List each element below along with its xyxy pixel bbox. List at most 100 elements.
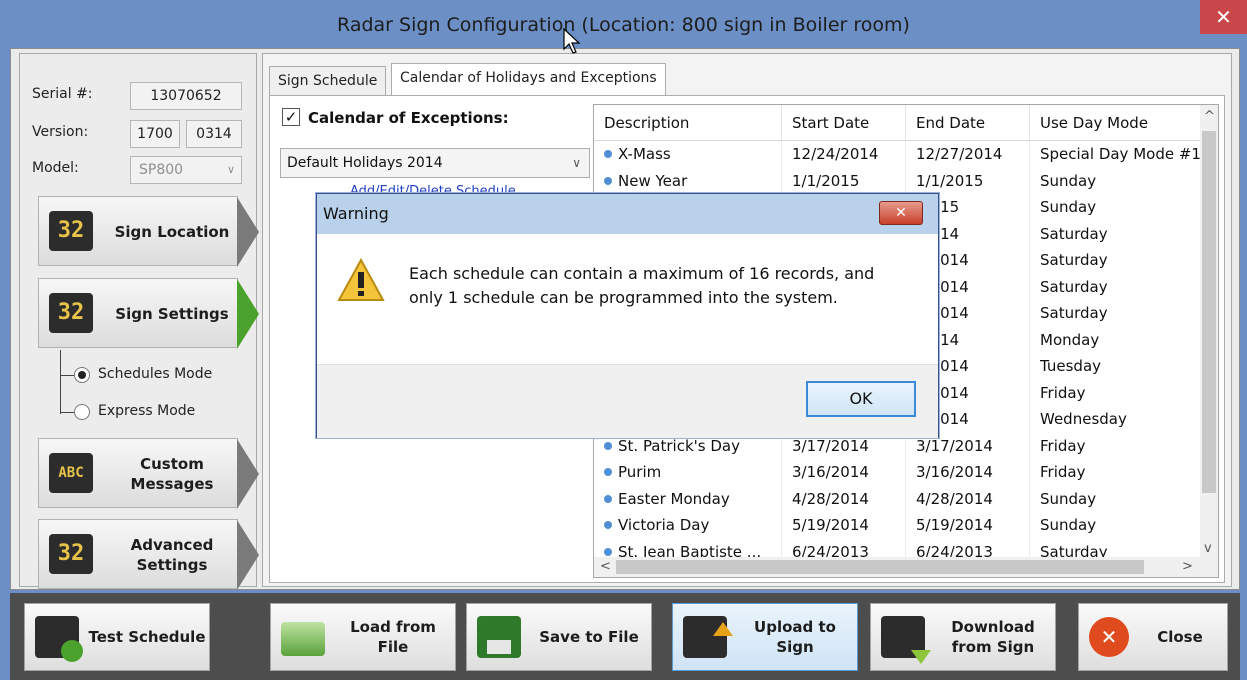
column-header[interactable]: Description: [594, 105, 782, 141]
load-from-file-button[interactable]: Load from File: [270, 603, 456, 671]
cell-text: 1/1/2015: [792, 171, 860, 190]
horizontal-scrollbar[interactable]: < >: [594, 557, 1218, 577]
advanced-settings-button[interactable]: 32 Advanced Settings: [38, 519, 259, 590]
save-to-file-button[interactable]: Save to File: [466, 603, 652, 671]
schedules-mode-radio[interactable]: [74, 367, 90, 383]
table-cell: 12/24/2014: [782, 141, 906, 168]
table-cell: Victoria Day: [594, 512, 782, 539]
floppy-icon: [477, 616, 521, 658]
ok-button[interactable]: OK: [806, 381, 916, 417]
save-to-file-label: Save to File: [539, 628, 639, 646]
scroll-down-icon[interactable]: v: [1204, 541, 1212, 556]
holiday-calendar-select[interactable]: Default Holidays 2014 ∨: [280, 148, 590, 178]
column-header[interactable]: Use Day Mode: [1030, 105, 1206, 141]
table-cell: Saturday: [1030, 300, 1206, 327]
column-header[interactable]: Start Date: [782, 105, 906, 141]
table-row[interactable]: Purim 3/16/2014 3/16/2014 Friday: [594, 459, 1206, 486]
cell-text: Monday: [1040, 330, 1100, 349]
row-bullet-icon: [604, 494, 612, 503]
tab-sign-schedule[interactable]: Sign Schedule: [269, 66, 387, 96]
test-schedule-button[interactable]: Test Schedule: [24, 603, 210, 671]
title-bar: Radar Sign Configuration (Location: 800 …: [0, 0, 1247, 50]
table-row[interactable]: New Year 1/1/2015 1/1/2015 Sunday: [594, 167, 1206, 195]
abc-icon: ABC: [49, 453, 93, 493]
exceptions-label: Calendar of Exceptions:: [308, 109, 509, 127]
table-cell: Tuesday: [1030, 353, 1206, 380]
cell-text: 4/28/2014: [792, 489, 869, 508]
vertical-scrollbar[interactable]: ^ v: [1200, 105, 1218, 561]
table-cell: 3/16/2014: [906, 459, 1030, 486]
row-bullet-icon: [604, 176, 612, 185]
upload-to-sign-button[interactable]: Upload to Sign: [672, 603, 858, 671]
table-cell: Sunday: [1030, 512, 1206, 539]
table-cell: 4/28/2014: [782, 485, 906, 513]
chevron-down-icon: ∨: [226, 163, 235, 176]
cell-text: 3/16/2014: [792, 463, 869, 481]
close-icon: ✕: [1089, 617, 1129, 657]
tree-line: [60, 375, 74, 376]
table-row[interactable]: X-Mass 12/24/2014 12/27/2014 Special Day Mo…: [594, 141, 1206, 168]
play-icon: [61, 640, 83, 662]
advanced-settings-icon: 32: [49, 534, 93, 574]
column-header[interactable]: End Date: [906, 105, 1030, 141]
cell-text: X-Mass: [618, 145, 671, 163]
tab-calendar[interactable]: Calendar of Holidays and Exceptions: [391, 63, 666, 96]
scrollbar-thumb[interactable]: [616, 560, 1144, 574]
custom-messages-button[interactable]: ABC Custom Messages: [38, 438, 259, 509]
sign-settings-label: Sign Settings: [115, 305, 229, 323]
row-bullet-icon: [604, 150, 612, 158]
scroll-left-icon[interactable]: <: [600, 559, 611, 574]
sign-settings-button[interactable]: 32 Sign Settings: [38, 278, 259, 349]
serial-label: Serial #:: [32, 86, 93, 102]
mouse-cursor-icon: [563, 28, 581, 54]
cell-text: 3/16/2014: [916, 463, 993, 481]
table-cell: Friday: [1030, 379, 1206, 407]
window-close-button[interactable]: ✕: [1200, 0, 1247, 34]
scrollbar-thumb[interactable]: [1202, 131, 1216, 493]
upload-to-sign-label: Upload to Sign: [754, 618, 836, 656]
tree-line: [60, 350, 61, 414]
sign-location-button[interactable]: 32 Sign Location: [38, 196, 259, 267]
table-cell: Monday: [1030, 326, 1206, 354]
table-cell: Sunday: [1030, 194, 1206, 221]
table-cell: 3/16/2014: [782, 459, 906, 486]
floppy-label-icon: [487, 640, 511, 654]
close-label: Close: [1157, 628, 1203, 646]
table-cell: 4/28/2014: [906, 485, 1030, 513]
model-select: SP800 ∨: [130, 156, 242, 184]
load-from-file-label: Load from File: [350, 618, 436, 656]
cell-text: 3/17/2014: [792, 436, 869, 455]
table-cell: Friday: [1030, 459, 1206, 486]
row-bullet-icon: [604, 521, 612, 529]
row-bullet-icon: [604, 441, 612, 450]
table-cell: Special Day Mode #1: [1030, 141, 1206, 168]
cell-text: Sunday: [1040, 516, 1097, 534]
download-icon: [881, 616, 931, 664]
download-from-sign-button[interactable]: Download from Sign: [870, 603, 1056, 671]
row-bullet-icon: [604, 468, 612, 476]
scroll-up-icon[interactable]: ^: [1204, 109, 1215, 124]
table-header: Description Start Date End Date Use Day …: [594, 105, 1218, 141]
close-button[interactable]: ✕ Close: [1078, 603, 1228, 671]
cell-text: 12/24/2014: [792, 145, 879, 163]
cell-text: Sunday: [1040, 198, 1097, 216]
cell-text: St. Patrick's Day: [618, 436, 740, 455]
tree-line: [60, 412, 74, 413]
advanced-settings-label: Advanced Settings: [130, 536, 214, 574]
express-mode-radio[interactable]: [74, 404, 90, 420]
download-from-sign-label: Download from Sign: [951, 618, 1035, 656]
exceptions-checkbox[interactable]: ✓: [282, 108, 300, 126]
cell-text: Tuesday: [1040, 357, 1102, 375]
cell-text: 5/19/2014: [792, 516, 869, 534]
row-bullet-icon: [604, 547, 612, 556]
cell-text: Friday: [1040, 436, 1086, 455]
warning-dialog: Warning ✕ Each schedule can contain a ma…: [316, 193, 939, 438]
table-cell: 5/19/2014: [906, 512, 1030, 539]
version-minor-field: 0314: [186, 120, 242, 148]
table-row[interactable]: Victoria Day 5/19/2014 5/19/2014 Sunday: [594, 512, 1206, 539]
sign-location-icon: 32: [49, 211, 93, 251]
dialog-close-button[interactable]: ✕: [879, 201, 923, 225]
table-row[interactable]: Easter Monday 4/28/2014 4/28/2014 Sunday: [594, 485, 1206, 513]
scroll-right-icon[interactable]: >: [1182, 559, 1193, 574]
arrow-icon: [237, 439, 259, 509]
